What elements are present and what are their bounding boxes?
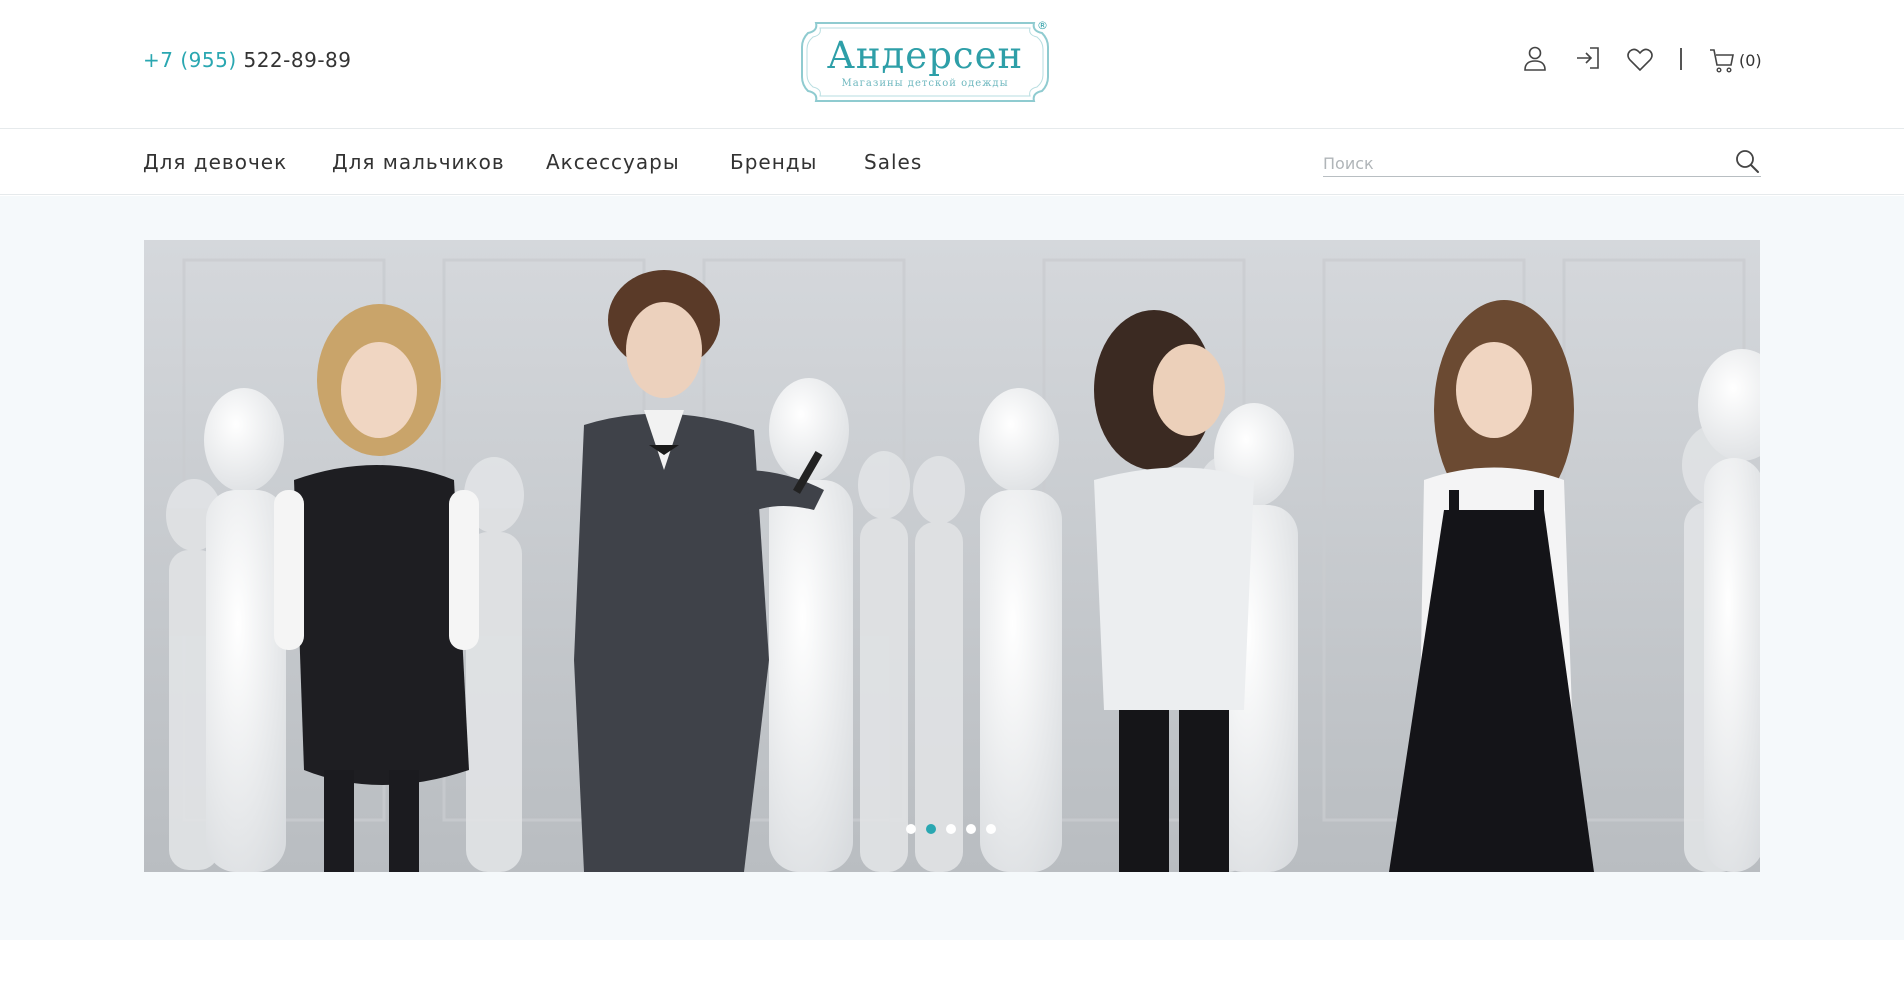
phone-digits: 522-89-89 <box>236 48 352 72</box>
logo-subtitle: Магазины детской одежды <box>841 78 1009 89</box>
user-icon[interactable] <box>1521 44 1549 72</box>
slider-dots <box>906 824 996 836</box>
cart-count[interactable]: (0) <box>1739 51 1762 70</box>
site-header: +7 (955) 522-89-89 Андерсен Магазины дет… <box>0 0 1904 129</box>
nav-item-girls[interactable]: Для девочек <box>143 150 287 174</box>
hero-banner-image[interactable] <box>144 240 1760 872</box>
slider-dot[interactable] <box>966 824 976 834</box>
slider-dot[interactable] <box>906 824 916 834</box>
login-icon[interactable] <box>1574 44 1602 72</box>
nav-item-sales[interactable]: Sales <box>864 150 922 174</box>
main-nav: Для девочек Для мальчиков Аксессуары Бре… <box>0 129 1904 195</box>
phone-number[interactable]: +7 (955) 522-89-89 <box>143 48 352 72</box>
registered-mark: ® <box>1037 19 1048 32</box>
slider-dot[interactable] <box>986 824 996 834</box>
nav-item-brands[interactable]: Бренды <box>730 150 817 174</box>
search-input[interactable] <box>1323 151 1723 175</box>
nav-item-accessories[interactable]: Аксессуары <box>546 150 680 174</box>
slider-dot-active[interactable] <box>926 824 936 834</box>
search-icon[interactable] <box>1733 147 1761 175</box>
nav-item-boys[interactable]: Для мальчиков <box>332 150 505 174</box>
phone-code: +7 (955) <box>143 48 237 72</box>
logo-title: Андерсен <box>826 34 1024 77</box>
cart-icon[interactable] <box>1708 46 1736 74</box>
slider-dot[interactable] <box>946 824 956 834</box>
brand-logo[interactable]: Андерсен Магазины детской одежды ® <box>796 17 1054 107</box>
search-box <box>1323 147 1761 177</box>
header-divider <box>1680 48 1682 70</box>
heart-icon[interactable] <box>1626 46 1654 74</box>
